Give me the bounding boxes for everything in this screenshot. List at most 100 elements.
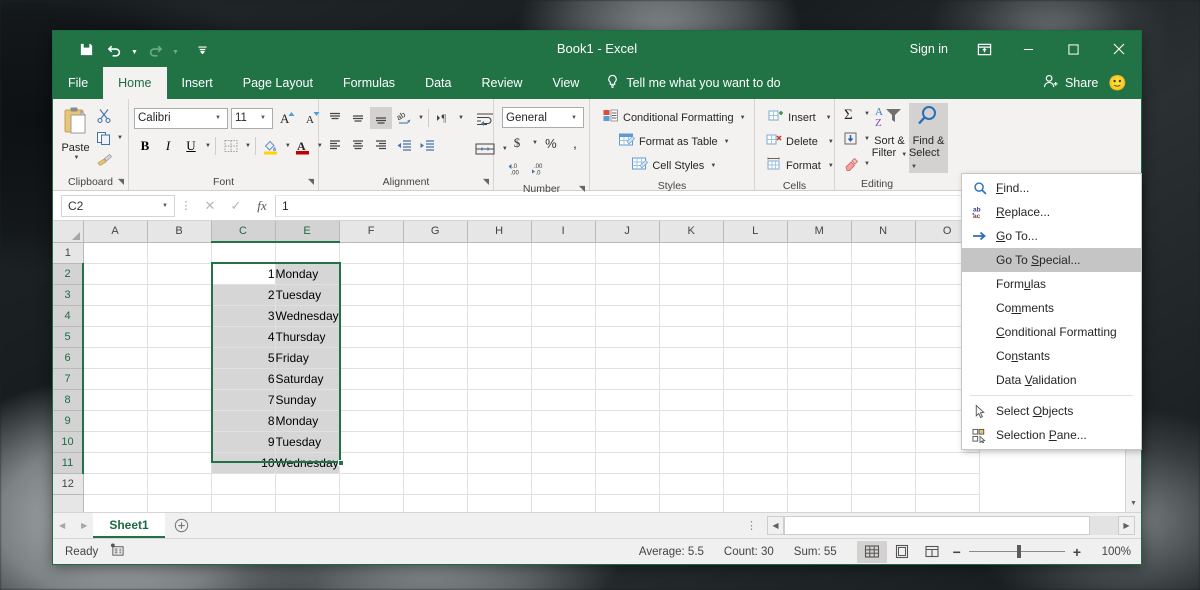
cell-H7[interactable] (467, 368, 531, 389)
cell-A10[interactable] (83, 431, 147, 452)
cell-M8[interactable] (787, 389, 851, 410)
cell-M11[interactable] (787, 452, 851, 473)
fill-button[interactable] (840, 128, 862, 150)
underline-button[interactable]: U (180, 135, 202, 157)
cell-I6[interactable] (531, 347, 595, 368)
accounting-format-button[interactable]: $ (506, 132, 528, 154)
delete-caret-icon[interactable]: ▼ (828, 139, 834, 145)
cell-H13[interactable] (467, 494, 531, 512)
col-header-H[interactable]: H (467, 221, 531, 242)
row-header-10[interactable]: 10 (53, 431, 83, 452)
row-header-4[interactable]: 4 (53, 305, 83, 326)
col-header-F[interactable]: F (339, 221, 403, 242)
font-size-select[interactable]: 11 ▼ (231, 108, 273, 129)
cell-E3[interactable]: Tuesday (275, 284, 339, 305)
comma-style-button[interactable]: , (564, 132, 586, 154)
insert-cells-button[interactable]: Insert ▼ (763, 107, 837, 129)
cell-G3[interactable] (403, 284, 467, 305)
cell-A1[interactable] (83, 242, 147, 263)
tab-file[interactable]: File (53, 67, 103, 99)
row-header-3[interactable]: 3 (53, 284, 83, 305)
cell-F13[interactable] (339, 494, 403, 512)
cell-J1[interactable] (595, 242, 659, 263)
cell-L8[interactable] (723, 389, 787, 410)
row-header-1[interactable]: 1 (53, 242, 83, 263)
zoom-out-button[interactable]: − (953, 544, 961, 560)
center-align-button[interactable] (347, 134, 369, 156)
col-header-K[interactable]: K (659, 221, 723, 242)
cell-L12[interactable] (723, 473, 787, 494)
menu-item-find[interactable]: Find... (962, 176, 1141, 200)
cell-A13[interactable] (83, 494, 147, 512)
menu-item-go-to[interactable]: Go To... (962, 224, 1141, 248)
cell-G7[interactable] (403, 368, 467, 389)
cell-G13[interactable] (403, 494, 467, 512)
menu-item-conditional-formatting[interactable]: Conditional Formatting (962, 320, 1141, 344)
name-box-caret-icon[interactable]: ▼ (162, 203, 168, 209)
cell-K5[interactable] (659, 326, 723, 347)
sheet-bar-splitter[interactable]: ⋮ (736, 513, 767, 538)
col-header-E[interactable]: E (275, 221, 339, 242)
cell-L4[interactable] (723, 305, 787, 326)
delete-cells-button[interactable]: Delete ▼ (763, 131, 837, 153)
cell-H6[interactable] (467, 347, 531, 368)
cell-F3[interactable] (339, 284, 403, 305)
cell-B10[interactable] (147, 431, 211, 452)
row-header-6[interactable]: 6 (53, 347, 83, 368)
zoom-level[interactable]: 100% (1087, 546, 1131, 558)
add-sheet-plus-icon[interactable] (165, 513, 199, 538)
redo-icon[interactable] (142, 36, 168, 62)
ribbon-display-options-icon[interactable] (962, 31, 1006, 67)
paste-dropdown-caret-icon[interactable]: ▼ (74, 155, 80, 161)
cell-A9[interactable] (83, 410, 147, 431)
tab-page-layout[interactable]: Page Layout (228, 67, 328, 99)
cell-C10[interactable]: 9 (211, 431, 275, 452)
cell-N8[interactable] (851, 389, 915, 410)
cell-I4[interactable] (531, 305, 595, 326)
cell-C2[interactable]: 1 (211, 263, 275, 284)
cell-F11[interactable] (339, 452, 403, 473)
select-all-corner[interactable] (53, 221, 83, 242)
cell-C13[interactable] (211, 494, 275, 512)
cell-K11[interactable] (659, 452, 723, 473)
zoom-in-button[interactable]: + (1073, 544, 1081, 560)
cell-F9[interactable] (339, 410, 403, 431)
cell-L2[interactable] (723, 263, 787, 284)
cell-O13[interactable] (915, 494, 979, 512)
cell-N6[interactable] (851, 347, 915, 368)
cell-M5[interactable] (787, 326, 851, 347)
cell-A7[interactable] (83, 368, 147, 389)
menu-item-formulas[interactable]: Formulas (962, 272, 1141, 296)
insert-function-icon[interactable]: fx (249, 195, 275, 217)
cell-I11[interactable] (531, 452, 595, 473)
cell-E6[interactable]: Friday (275, 347, 339, 368)
cell-L11[interactable] (723, 452, 787, 473)
record-macro-icon[interactable] (110, 543, 125, 560)
cell-J5[interactable] (595, 326, 659, 347)
cell-N11[interactable] (851, 452, 915, 473)
cell-E10[interactable]: Tuesday (275, 431, 339, 452)
cell-K3[interactable] (659, 284, 723, 305)
sheet-nav-arrows[interactable]: ◀ ▶ (53, 513, 93, 538)
cell-G5[interactable] (403, 326, 467, 347)
cell-M3[interactable] (787, 284, 851, 305)
cell-L10[interactable] (723, 431, 787, 452)
zoom-thumb[interactable] (1017, 545, 1021, 558)
cell-M13[interactable] (787, 494, 851, 512)
zoom-track[interactable] (969, 551, 1065, 552)
cell-G8[interactable] (403, 389, 467, 410)
row-header-5[interactable]: 5 (53, 326, 83, 347)
row-header-13[interactable] (53, 494, 83, 512)
cell-F2[interactable] (339, 263, 403, 284)
paste-button[interactable]: Paste ▼ (58, 104, 93, 161)
cell-C7[interactable]: 6 (211, 368, 275, 389)
clear-button[interactable] (840, 153, 862, 175)
cell-A2[interactable] (83, 263, 147, 284)
tab-home[interactable]: Home (103, 67, 166, 99)
col-header-B[interactable]: B (147, 221, 211, 242)
cell-N13[interactable] (851, 494, 915, 512)
cell-L5[interactable] (723, 326, 787, 347)
cell-C6[interactable]: 5 (211, 347, 275, 368)
cell-J7[interactable] (595, 368, 659, 389)
cell-E9[interactable]: Monday (275, 410, 339, 431)
